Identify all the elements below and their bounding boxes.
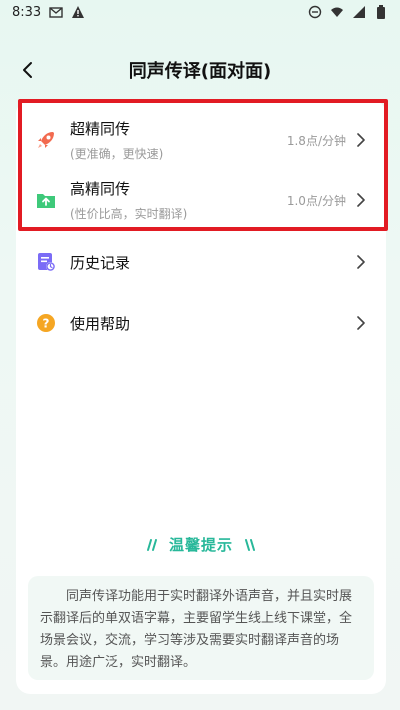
menu-item-super-precision[interactable]: 超精同传 (更准确，更快速) 1.8点/分钟: [16, 112, 386, 168]
do-not-disturb-icon: [308, 5, 322, 19]
back-button[interactable]: [14, 56, 42, 84]
tips-title: 温馨提示: [168, 536, 233, 554]
page-title: 同声传译(面对面): [128, 61, 272, 82]
status-bar: 8:33: [0, 0, 400, 24]
menu-item-title: 高精同传: [70, 180, 131, 198]
chevron-right-icon: [354, 193, 368, 207]
chevron-right-icon: [354, 316, 368, 330]
status-time: 8:33: [12, 4, 42, 20]
menu-item-right: [354, 255, 368, 269]
menu-item-high-precision[interactable]: 高精同传 (性价比高，实时翻译) 1.0点/分钟: [16, 172, 386, 228]
slash-deco-right-icon: [241, 538, 257, 552]
menu-item-history[interactable]: 历史记录: [16, 240, 386, 284]
menu-item-help[interactable]: ? 使用帮助: [16, 301, 386, 345]
history-icon: [34, 250, 58, 274]
gmail-icon: [49, 5, 63, 19]
rocket-icon: [34, 128, 58, 152]
price-label: 1.0点/分钟: [286, 193, 346, 208]
price-label: 1.8点/分钟: [286, 133, 346, 148]
main-card: 超精同传 (更准确，更快速) 1.8点/分钟 高精同传 (性价比高，实时翻译) …: [16, 100, 386, 694]
chevron-right-icon: [354, 255, 368, 269]
menu-item-title: 使用帮助: [70, 314, 131, 333]
signal-icon: [352, 5, 366, 19]
menu-item-right: [354, 316, 368, 330]
help-icon: ?: [34, 311, 58, 335]
header: 同声传译(面对面): [0, 52, 400, 88]
menu-item-text: 历史记录: [70, 252, 130, 273]
chevron-left-icon: [23, 62, 32, 78]
folder-upload-icon: [34, 188, 58, 212]
menu-item-subtitle: (更准确，更快速): [70, 147, 164, 161]
battery-icon: [374, 5, 388, 19]
status-right: [308, 5, 388, 19]
menu-item-right: 1.8点/分钟: [287, 132, 368, 149]
wifi-icon: [330, 5, 344, 19]
menu-item-text: 使用帮助: [70, 313, 130, 334]
svg-text:?: ?: [43, 317, 50, 331]
menu-item-title: 历史记录: [70, 253, 131, 272]
menu-item-subtitle: (性价比高，实时翻译): [70, 207, 188, 221]
warning-icon: [71, 5, 85, 19]
menu-item-text: 高精同传 (性价比高，实时翻译): [70, 178, 187, 222]
tips-text: 同声传译功能用于实时翻译外语声音，并且实时展示翻译后的单双语字幕，主要留学生线上…: [28, 576, 374, 680]
tips-header: 温馨提示: [16, 534, 386, 555]
chevron-right-icon: [354, 133, 368, 147]
slash-deco-left-icon: [145, 538, 161, 552]
menu-item-right: 1.0点/分钟: [287, 192, 368, 209]
status-left: 8:33: [12, 5, 85, 20]
menu-item-title: 超精同传: [70, 120, 131, 138]
menu-item-text: 超精同传 (更准确，更快速): [70, 118, 163, 162]
